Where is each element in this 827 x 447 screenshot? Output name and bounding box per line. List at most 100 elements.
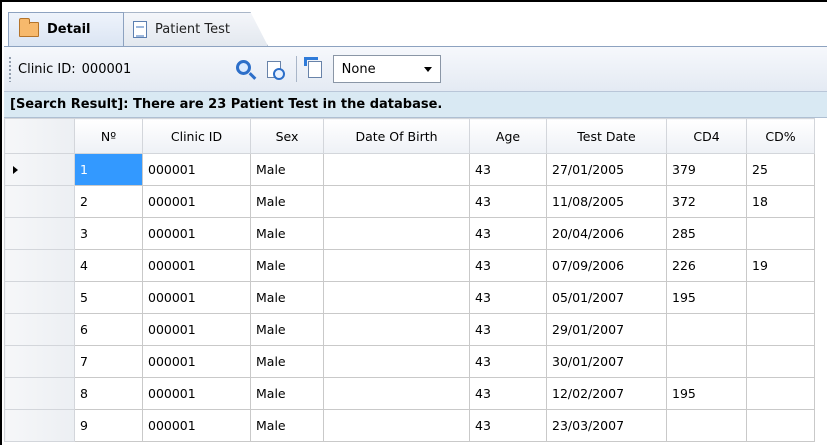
search-document-button[interactable] — [262, 57, 286, 81]
cell-no[interactable]: 4 — [74, 249, 143, 282]
row-header[interactable] — [4, 153, 75, 186]
cell-date-of-birth[interactable] — [323, 153, 470, 186]
cell-no[interactable]: 6 — [74, 313, 143, 346]
table-row[interactable]: 5 000001 Male 43 05/01/2007 195 — [4, 281, 815, 314]
cell-clinic-id[interactable]: 000001 — [142, 377, 251, 410]
row-header[interactable] — [4, 217, 75, 250]
cell-cd-percent[interactable] — [746, 217, 815, 250]
cell-cd4[interactable]: 226 — [666, 249, 747, 282]
cell-cd4[interactable]: 372 — [666, 185, 747, 218]
cell-sex[interactable]: Male — [250, 249, 324, 282]
row-header[interactable] — [4, 409, 75, 442]
toolbar-grip[interactable] — [8, 56, 12, 82]
tab-detail[interactable]: Detail — [8, 12, 124, 46]
row-header[interactable] — [4, 281, 75, 314]
cell-test-date[interactable]: 20/04/2006 — [546, 217, 667, 250]
cell-clinic-id[interactable]: 000001 — [142, 345, 251, 378]
cell-cd4[interactable] — [666, 409, 747, 442]
cell-no[interactable]: 5 — [74, 281, 143, 314]
row-header[interactable] — [4, 377, 75, 410]
cell-date-of-birth[interactable] — [323, 281, 470, 314]
cell-age[interactable]: 43 — [469, 409, 547, 442]
cell-clinic-id[interactable]: 000001 — [142, 217, 251, 250]
clinic-id-field[interactable]: 000001 — [82, 62, 234, 77]
cell-cd-percent[interactable]: 25 — [746, 153, 815, 186]
cell-age[interactable]: 43 — [469, 377, 547, 410]
column-header[interactable]: Nº — [74, 118, 143, 154]
cell-cd-percent[interactable]: 19 — [746, 249, 815, 282]
cell-cd4[interactable] — [666, 313, 747, 346]
search-button[interactable] — [234, 57, 258, 81]
cell-sex[interactable]: Male — [250, 313, 324, 346]
row-header[interactable] — [4, 249, 75, 282]
cell-age[interactable]: 43 — [469, 345, 547, 378]
cell-no[interactable]: 8 — [74, 377, 143, 410]
column-header[interactable]: CD% — [746, 118, 815, 154]
cell-age[interactable]: 43 — [469, 313, 547, 346]
cell-cd-percent[interactable] — [746, 313, 815, 346]
column-header[interactable]: Date Of Birth — [323, 118, 470, 154]
cell-test-date[interactable]: 11/08/2005 — [546, 185, 667, 218]
cell-cd-percent[interactable] — [746, 345, 815, 378]
cell-date-of-birth[interactable] — [323, 217, 470, 250]
cell-test-date[interactable]: 07/09/2006 — [546, 249, 667, 282]
cell-cd-percent[interactable] — [746, 409, 815, 442]
cell-age[interactable]: 43 — [469, 185, 547, 218]
cell-date-of-birth[interactable] — [323, 377, 470, 410]
cell-sex[interactable]: Male — [250, 409, 324, 442]
cell-age[interactable]: 43 — [469, 217, 547, 250]
table-row[interactable]: 9 000001 Male 43 23/03/2007 — [4, 409, 815, 442]
column-header[interactable]: CD4 — [666, 118, 747, 154]
table-row[interactable]: 2 000001 Male 43 11/08/2005 372 18 — [4, 185, 815, 218]
cell-cd4[interactable]: 379 — [666, 153, 747, 186]
cell-sex[interactable]: Male — [250, 345, 324, 378]
cell-no[interactable]: 1 — [74, 153, 143, 186]
cell-cd-percent[interactable]: 18 — [746, 185, 815, 218]
table-row[interactable]: 1 000001 Male 43 27/01/2005 379 25 — [4, 153, 815, 186]
cell-clinic-id[interactable]: 000001 — [142, 153, 251, 186]
cell-date-of-birth[interactable] — [323, 185, 470, 218]
cell-cd-percent[interactable] — [746, 281, 815, 314]
cell-cd4[interactable]: 195 — [666, 377, 747, 410]
cell-test-date[interactable]: 05/01/2007 — [546, 281, 667, 314]
table-row[interactable]: 6 000001 Male 43 29/01/2007 — [4, 313, 815, 346]
cell-date-of-birth[interactable] — [323, 313, 470, 346]
tab-patient-test[interactable]: Patient Test — [122, 12, 268, 46]
cell-test-date[interactable]: 29/01/2007 — [546, 313, 667, 346]
cell-test-date[interactable]: 27/01/2005 — [546, 153, 667, 186]
cell-no[interactable]: 2 — [74, 185, 143, 218]
cell-cd4[interactable]: 195 — [666, 281, 747, 314]
row-header[interactable] — [4, 185, 75, 218]
cell-age[interactable]: 43 — [469, 249, 547, 282]
cell-test-date[interactable]: 12/02/2007 — [546, 377, 667, 410]
patient-test-grid[interactable]: Nº Clinic ID Sex Date Of Birth Age Test … — [4, 118, 827, 447]
cell-sex[interactable]: Male — [250, 217, 324, 250]
cell-age[interactable]: 43 — [469, 281, 547, 314]
table-row[interactable]: 7 000001 Male 43 30/01/2007 — [4, 345, 815, 378]
cell-no[interactable]: 7 — [74, 345, 143, 378]
cell-sex[interactable]: Male — [250, 153, 324, 186]
cell-sex[interactable]: Male — [250, 185, 324, 218]
cell-clinic-id[interactable]: 000001 — [142, 185, 251, 218]
cell-sex[interactable]: Male — [250, 377, 324, 410]
cell-date-of-birth[interactable] — [323, 249, 470, 282]
column-header[interactable]: Sex — [250, 118, 324, 154]
cell-no[interactable]: 9 — [74, 409, 143, 442]
cell-date-of-birth[interactable] — [323, 409, 470, 442]
cell-clinic-id[interactable]: 000001 — [142, 313, 251, 346]
cell-clinic-id[interactable]: 000001 — [142, 409, 251, 442]
cell-age[interactable]: 43 — [469, 153, 547, 186]
cell-date-of-birth[interactable] — [323, 345, 470, 378]
cell-test-date[interactable]: 23/03/2007 — [546, 409, 667, 442]
column-header[interactable]: Test Date — [546, 118, 667, 154]
cell-cd-percent[interactable] — [746, 377, 815, 410]
cell-clinic-id[interactable]: 000001 — [142, 281, 251, 314]
table-row[interactable]: 4 000001 Male 43 07/09/2006 226 19 — [4, 249, 815, 282]
export-button[interactable] — [303, 56, 327, 81]
row-header[interactable] — [4, 345, 75, 378]
cell-test-date[interactable]: 30/01/2007 — [546, 345, 667, 378]
cell-clinic-id[interactable]: 000001 — [142, 249, 251, 282]
column-header[interactable]: Clinic ID — [142, 118, 251, 154]
cell-cd4[interactable] — [666, 345, 747, 378]
column-header[interactable]: Age — [469, 118, 547, 154]
